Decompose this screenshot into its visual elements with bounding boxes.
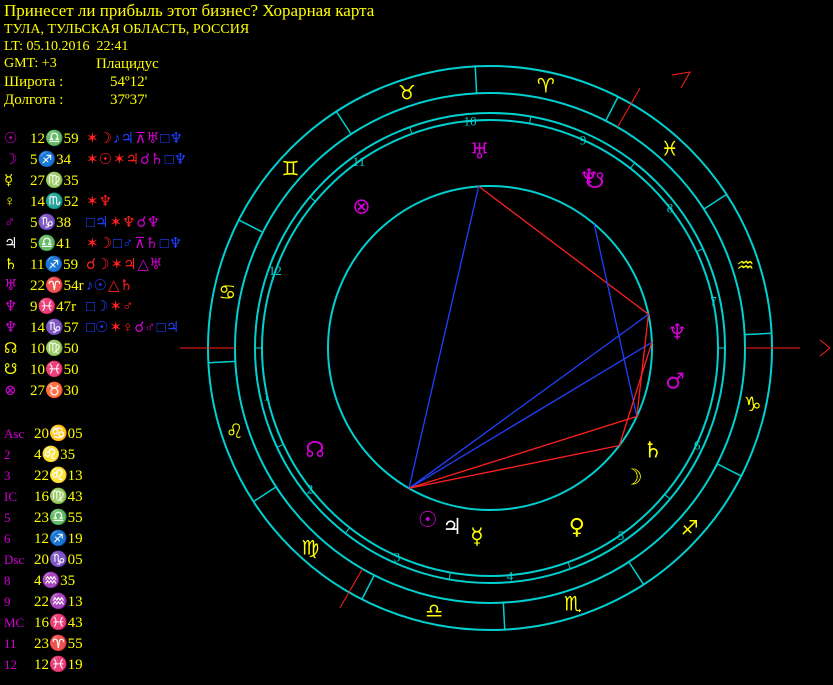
house-number: 1 (263, 389, 270, 404)
house-divider (664, 494, 671, 500)
house-number: 4 (507, 569, 514, 584)
aspect-line (408, 444, 620, 489)
planet-moon-icon: ☽ (623, 465, 643, 490)
zodiac-signs: ♈ ♓ ♒ ♑ ♐ ♏ ♎ ♍ ♌ ♋ ♊ ♉ (218, 73, 761, 622)
planet-venus-icon: ♀ (569, 515, 585, 540)
wheel-axes (180, 71, 831, 609)
arrow-icon (819, 339, 831, 357)
aspect-line (593, 223, 638, 417)
aspect-lines (408, 185, 653, 489)
sign-divider (335, 111, 352, 135)
house-divider (276, 443, 284, 448)
zodiac-sign-libra-icon: ♎ (425, 599, 443, 623)
house-number: 12 (269, 263, 282, 278)
house-number: 8 (667, 200, 674, 215)
house-number: 3 (394, 550, 401, 565)
house-number: 10 (464, 113, 477, 128)
sign-divider (238, 219, 264, 233)
house-divider (344, 527, 351, 534)
house-number: 6 (694, 438, 701, 453)
wheel-rings (207, 65, 773, 631)
zodiac-sign-capricorn-icon: ♑ (744, 392, 762, 416)
zodiac-sign-taurus-icon: ♉ (398, 81, 416, 105)
zodiac-sign-cancer-icon: ♋ (218, 280, 236, 304)
aspect-line (478, 185, 649, 315)
horary-wheel: ♈♓♒♑♐♏♎♍♌♋♊♉ 123456789101112 ♅⊗♆☋♆♂♄☽♀☉ ♃… (180, 65, 831, 631)
zodiac-sign-leo-icon: ♌ (226, 419, 244, 443)
arrow-icon (671, 71, 691, 89)
ring-circle (327, 185, 653, 511)
sign-divider (703, 193, 727, 210)
planet-north-node-icon: ☊ (305, 438, 325, 463)
sign-divider (208, 360, 236, 364)
ring-circle (234, 92, 746, 604)
ring-circle (207, 65, 773, 631)
planet-uranus-icon: ♅ (470, 139, 490, 164)
house-number: 7 (710, 293, 717, 308)
house-divider (529, 116, 532, 124)
house-number: 2 (307, 482, 314, 497)
zodiac-sign-aquarius-icon: ♒ (736, 253, 754, 277)
house-divider (409, 127, 413, 134)
sign-divider (605, 96, 619, 122)
sign-divider (628, 561, 645, 585)
sign-divider (474, 66, 478, 94)
wheel-planets: ♅⊗♆☋♆♂♄☽♀☉ ♃ ☿☊ (305, 139, 687, 549)
house-divider (567, 562, 571, 569)
sign-divider (361, 574, 375, 600)
aspect-line (408, 415, 638, 489)
planet-mars-icon: ♂ (665, 370, 685, 395)
planet-south-node-icon: ☋ (585, 169, 605, 194)
zodiac-sign-virgo-icon: ♍ (301, 536, 319, 560)
planet-pluto-icon: ♆ (667, 321, 687, 346)
house-divider (629, 162, 636, 169)
sign-divider (744, 332, 772, 336)
planet-saturn-icon: ♄ (643, 439, 663, 464)
aspect-line (408, 313, 649, 489)
house-number: 11 (353, 154, 366, 169)
house-divider (309, 196, 316, 202)
house-divider (448, 572, 451, 580)
ring-circle (254, 112, 726, 584)
zodiac-sign-scorpio-icon: ♏ (564, 591, 582, 615)
house-number: 9 (580, 132, 587, 147)
zodiac-sign-aries-icon: ♈ (537, 73, 555, 97)
sign-divider (716, 463, 742, 477)
zodiac-sign-sagittarius-icon: ♐ (681, 516, 699, 540)
planet-sun-icon: ☉ (418, 508, 438, 533)
sign-divider (502, 602, 506, 630)
aspect-line (408, 186, 480, 489)
house-number: 5 (618, 528, 625, 543)
aspect-line (408, 341, 653, 489)
planet-fortune-icon: ⊗ (352, 194, 370, 219)
planet-jupiter-icon: ♃ (442, 515, 462, 540)
planet-mercury-icon: ☿ (470, 525, 484, 550)
house-divider (696, 248, 704, 253)
sign-divider (253, 486, 277, 503)
zodiac-sign-pisces-icon: ♓ (661, 136, 679, 160)
zodiac-sign-gemini-icon: ♊ (281, 156, 299, 180)
